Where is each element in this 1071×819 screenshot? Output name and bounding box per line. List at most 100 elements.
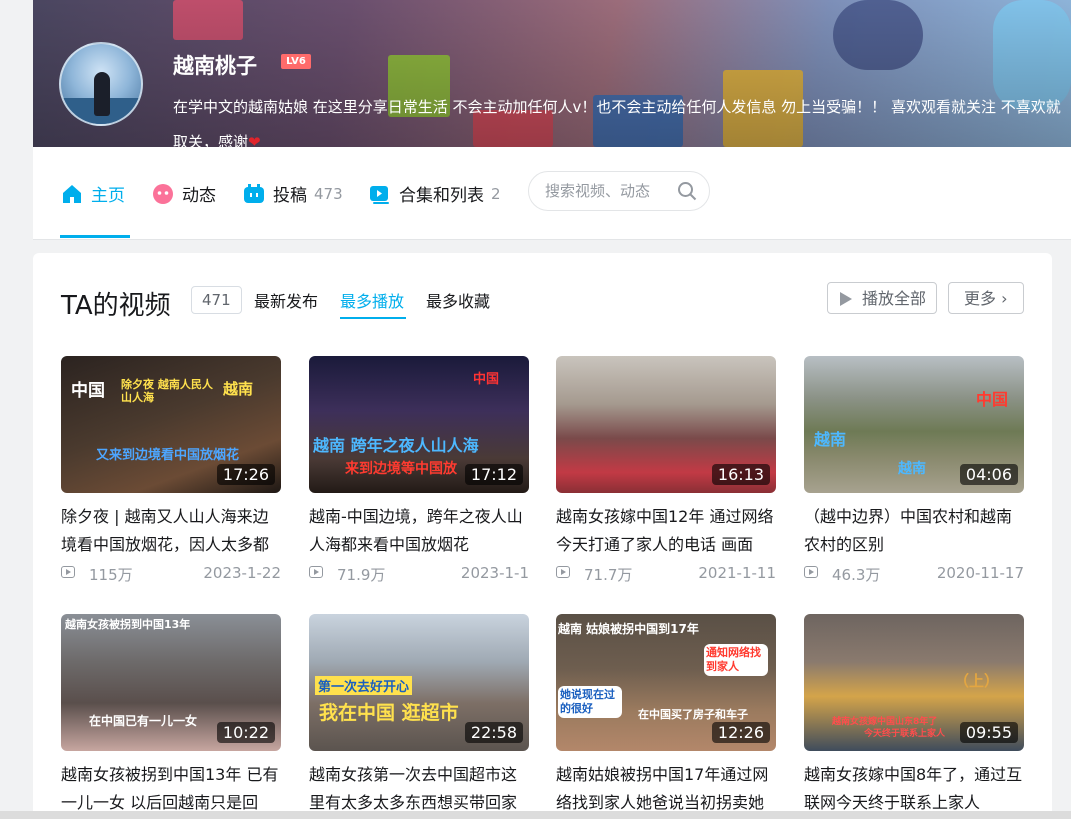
chevron-right-icon: › [1001, 289, 1008, 308]
publish-date: 2021-1-11 [698, 564, 776, 582]
tab-uploads-label: 投稿 [273, 186, 307, 206]
upload-icon [244, 183, 264, 203]
video-title[interactable]: 越南女孩被拐到中国13年 已有一儿一女 以后回越南只是回 [61, 761, 281, 817]
publish-date: 2023-1-22 [203, 564, 281, 582]
view-count: 71.9万 [337, 566, 386, 584]
video-title[interactable]: 越南女孩嫁中国12年 通过网络今天打通了家人的电话 画面 [556, 503, 776, 559]
view-count: 46.3万 [832, 566, 881, 584]
more-label: 更多 [964, 289, 997, 308]
video-thumbnail[interactable]: 中国 越南 越南 04:06 [804, 356, 1024, 493]
thumbnail-caption: 越南女孩被拐到中国13年 [65, 618, 191, 631]
avatar[interactable] [59, 42, 143, 126]
video-duration: 17:12 [464, 464, 523, 485]
video-duration: 10:22 [216, 722, 275, 743]
video-thumbnail[interactable]: 越南女孩被拐到中国13年 在中国已有一儿一女 10:22 [61, 614, 281, 751]
sort-most-favorited[interactable]: 最多收藏 [426, 288, 490, 312]
video-thumbnail[interactable]: 中国 除夕夜 越南人民人山人海 越南 又来到边境看中国放烟花 17:26 [61, 356, 281, 493]
thumbnail-caption: 第一次去好开心 [315, 676, 413, 695]
tab-dynamic-label: 动态 [182, 186, 216, 206]
video-title[interactable]: （越中边界）中国农村和越南农村的区别 [804, 503, 1024, 559]
video-card[interactable]: （上） 越南女孩嫁中国山东8年了 今天终于联系上家人 09:55 越南女孩嫁中国… [804, 614, 1024, 817]
search-icon[interactable] [677, 181, 697, 201]
video-thumbnail[interactable]: 越南 姑娘被拐中国到17年 通知网络找到家人 她说现在过的很好 在中国买了房子和… [556, 614, 776, 751]
video-meta: 71.9万 2023-1-1 [309, 564, 529, 584]
video-duration: 09:55 [959, 722, 1018, 743]
video-meta: 71.7万 2021-1-11 [556, 564, 776, 584]
dynamic-icon [153, 183, 173, 204]
more-button[interactable]: 更多 › [948, 282, 1024, 314]
video-duration: 12:26 [711, 722, 770, 743]
video-meta: 46.3万 2020-11-17 [804, 564, 1024, 584]
play-count-icon [309, 566, 323, 578]
video-meta: 115万 2023-1-22 [61, 564, 281, 584]
play-icon [840, 292, 852, 306]
play-all-button[interactable]: 播放全部 [827, 282, 937, 314]
play-count-icon [556, 566, 570, 578]
video-card[interactable]: 中国 越南 跨年之夜人山人海 来到边境等中国放 17:12 越南-中国边境，跨年… [309, 356, 529, 584]
thumbnail-caption: 在中国买了房子和车子 [638, 708, 748, 721]
video-card[interactable]: 越南女孩被拐到中国13年 在中国已有一儿一女 10:22 越南女孩被拐到中国13… [61, 614, 281, 817]
video-thumbnail[interactable]: 第一次去好开心 我在中国 逛超市 22:58 [309, 614, 529, 751]
uploads-count: 473 [314, 184, 343, 203]
video-title[interactable]: 越南女孩第一次去中国超市这里有太多太多东西想买带回家 [309, 761, 529, 817]
thumbnail-caption: 越南 [814, 430, 847, 449]
video-title[interactable]: 除夕夜 | 越南又人山人海来边境看中国放烟花，因人太多都 [61, 503, 281, 559]
collection-icon [370, 185, 389, 204]
videos-panel: TA的视频 471 最新发布 最多播放 最多收藏 播放全部 更多 › 中国 除夕… [33, 253, 1052, 819]
user-sign-text: 在学中文的越南姑娘 在这里分享日常生活 不会主动加任何人v！也不会主动给任何人发… [173, 98, 1061, 151]
tab-uploads[interactable]: 投稿 473 [243, 181, 343, 206]
video-card[interactable]: 中国 除夕夜 越南人民人山人海 越南 又来到边境看中国放烟花 17:26 除夕夜… [61, 356, 281, 584]
video-duration: 17:26 [216, 464, 275, 485]
play-count-icon [804, 566, 818, 578]
video-thumbnail[interactable]: （上） 越南女孩嫁中国山东8年了 今天终于联系上家人 09:55 [804, 614, 1024, 751]
video-card[interactable]: 第一次去好开心 我在中国 逛超市 22:58 越南女孩第一次去中国超市这里有太多… [309, 614, 529, 817]
level-badge: LV6 [281, 54, 311, 69]
video-title[interactable]: 越南姑娘被拐中国17年通过网络找到家人她爸说当初拐卖她 [556, 761, 776, 817]
thumbnail-caption: 除夕夜 越南人民人山人海 [121, 378, 213, 404]
tab-collections[interactable]: 合集和列表 2 [369, 181, 501, 206]
thumbnail-caption: 通知网络找到家人 [704, 644, 768, 676]
profile-nav: 主页 动态 投稿 473 合集和列表 2 [33, 147, 1071, 240]
user-name[interactable]: 越南桃子 [173, 50, 257, 80]
thumbnail-caption: 中国 [71, 381, 105, 401]
video-card[interactable]: 16:13 越南女孩嫁中国12年 通过网络今天打通了家人的电话 画面 71.7万… [556, 356, 776, 584]
home-icon [63, 184, 81, 203]
sort-most-played[interactable]: 最多播放 [340, 288, 404, 312]
thumbnail-caption: 越南 跨年之夜人山人海 [313, 436, 479, 455]
video-thumbnail[interactable]: 中国 越南 跨年之夜人山人海 来到边境等中国放 17:12 [309, 356, 529, 493]
tab-collections-label: 合集和列表 [399, 186, 484, 206]
horizontal-scrollbar[interactable] [0, 811, 1071, 819]
video-duration: 04:06 [959, 464, 1018, 485]
thumbnail-caption: 今天终于联系上家人 [864, 729, 946, 739]
video-card[interactable]: 中国 越南 越南 04:06 （越中边界）中国农村和越南农村的区别 46.3万 … [804, 356, 1024, 584]
video-title[interactable]: 越南女孩嫁中国8年了，通过互联网今天终于联系上家人 [804, 761, 1024, 817]
thumbnail-caption: 中国 [473, 372, 500, 387]
play-count-icon [61, 566, 75, 578]
video-thumbnail[interactable]: 16:13 [556, 356, 776, 493]
thumbnail-caption: 中国 [976, 390, 1009, 409]
publish-date: 2020-11-17 [936, 564, 1024, 582]
video-card[interactable]: 越南 姑娘被拐中国到17年 通知网络找到家人 她说现在过的很好 在中国买了房子和… [556, 614, 776, 817]
active-sort-indicator [340, 317, 406, 319]
play-all-label: 播放全部 [862, 289, 927, 308]
avatar-figure [94, 72, 110, 116]
section-title: TA的视频 [61, 291, 171, 321]
active-tab-indicator [60, 235, 130, 238]
thumbnail-caption: 又来到边境看中国放烟花 [96, 448, 240, 463]
thumbnail-caption: 我在中国 逛超市 [319, 702, 459, 724]
view-count: 115万 [89, 566, 133, 584]
tab-dynamic[interactable]: 动态 [152, 181, 216, 206]
thumbnail-caption: 越南 [898, 461, 926, 477]
thumbnail-caption: 她说现在过的很好 [558, 686, 622, 718]
video-count-badge: 471 [191, 286, 242, 314]
tab-home[interactable]: 主页 [61, 181, 125, 206]
view-count: 71.7万 [584, 566, 633, 584]
video-title[interactable]: 越南-中国边境，跨年之夜人山人海都来看中国放烟花 [309, 503, 529, 559]
thumbnail-caption: 在中国已有一儿一女 [89, 714, 198, 728]
search-input[interactable] [543, 181, 677, 201]
thumbnail-caption: 越南 [223, 380, 254, 398]
tab-home-label: 主页 [91, 186, 125, 206]
video-duration: 16:13 [711, 464, 770, 485]
search-box[interactable] [528, 171, 710, 211]
sort-latest[interactable]: 最新发布 [254, 288, 318, 312]
